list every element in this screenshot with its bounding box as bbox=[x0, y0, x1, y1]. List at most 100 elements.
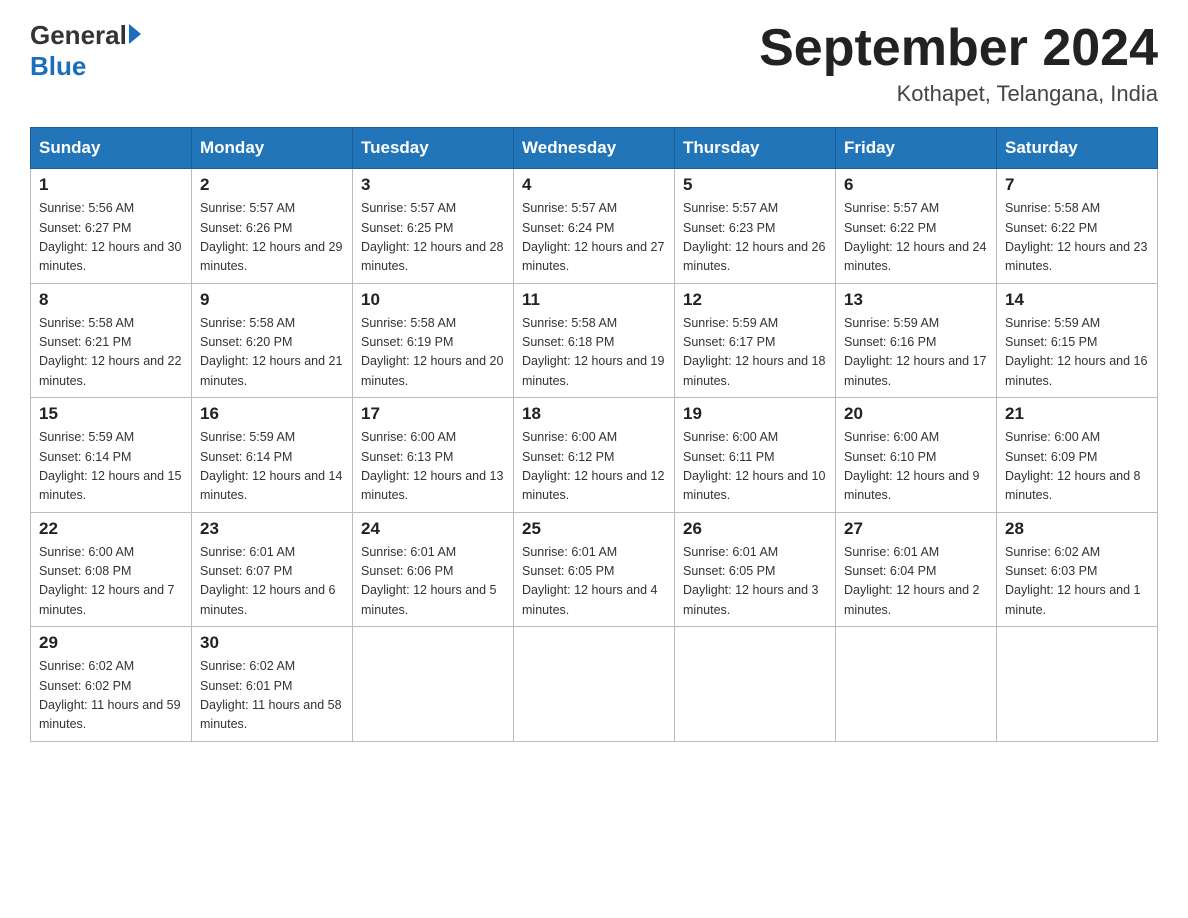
day-info: Sunrise: 5:57 AMSunset: 6:22 PMDaylight:… bbox=[844, 199, 988, 277]
day-info: Sunrise: 6:01 AMSunset: 6:05 PMDaylight:… bbox=[522, 543, 666, 621]
day-number: 16 bbox=[200, 404, 344, 424]
calendar-cell: 13 Sunrise: 5:59 AMSunset: 6:16 PMDayligh… bbox=[836, 283, 997, 398]
day-info: Sunrise: 6:00 AMSunset: 6:13 PMDaylight:… bbox=[361, 428, 505, 506]
calendar-cell: 30Sunrise: 6:02 AMSunset: 6:01 PMDayligh… bbox=[192, 627, 353, 742]
calendar-cell: 1 Sunrise: 5:56 AMSunset: 6:27 PMDaylight… bbox=[31, 169, 192, 284]
calendar-cell: 16 Sunrise: 5:59 AMSunset: 6:14 PMDayligh… bbox=[192, 398, 353, 513]
day-info: Sunrise: 5:59 AMSunset: 6:16 PMDaylight:… bbox=[844, 314, 988, 392]
calendar-cell: 20 Sunrise: 6:00 AMSunset: 6:10 PMDayligh… bbox=[836, 398, 997, 513]
calendar-week-row: 8 Sunrise: 5:58 AMSunset: 6:21 PMDaylight… bbox=[31, 283, 1158, 398]
day-info: Sunrise: 6:01 AMSunset: 6:07 PMDaylight:… bbox=[200, 543, 344, 621]
day-number: 5 bbox=[683, 175, 827, 195]
day-info: Sunrise: 5:56 AMSunset: 6:27 PMDaylight:… bbox=[39, 199, 183, 277]
calendar-cell: 21Sunrise: 6:00 AMSunset: 6:09 PMDayligh… bbox=[997, 398, 1158, 513]
day-info: Sunrise: 6:01 AMSunset: 6:05 PMDaylight:… bbox=[683, 543, 827, 621]
calendar-cell: 27 Sunrise: 6:01 AMSunset: 6:04 PMDayligh… bbox=[836, 512, 997, 627]
calendar-cell: 25 Sunrise: 6:01 AMSunset: 6:05 PMDayligh… bbox=[514, 512, 675, 627]
day-number: 28 bbox=[1005, 519, 1149, 539]
day-number: 19 bbox=[683, 404, 827, 424]
day-number: 25 bbox=[522, 519, 666, 539]
day-info: Sunrise: 6:00 AMSunset: 6:11 PMDaylight:… bbox=[683, 428, 827, 506]
logo-general: General bbox=[30, 20, 127, 51]
day-number: 13 bbox=[844, 290, 988, 310]
calendar-cell: 6 Sunrise: 5:57 AMSunset: 6:22 PMDaylight… bbox=[836, 169, 997, 284]
day-number: 12 bbox=[683, 290, 827, 310]
calendar-cell: 3 Sunrise: 5:57 AMSunset: 6:25 PMDaylight… bbox=[353, 169, 514, 284]
day-info: Sunrise: 5:57 AMSunset: 6:26 PMDaylight:… bbox=[200, 199, 344, 277]
day-info: Sunrise: 5:59 AMSunset: 6:14 PMDaylight:… bbox=[200, 428, 344, 506]
day-info: Sunrise: 5:59 AMSunset: 6:17 PMDaylight:… bbox=[683, 314, 827, 392]
calendar-cell bbox=[514, 627, 675, 742]
calendar-cell: 4Sunrise: 5:57 AMSunset: 6:24 PMDaylight… bbox=[514, 169, 675, 284]
day-number: 3 bbox=[361, 175, 505, 195]
day-number: 10 bbox=[361, 290, 505, 310]
page-header: General Blue September 2024 Kothapet, Te… bbox=[30, 20, 1158, 107]
calendar-subtitle: Kothapet, Telangana, India bbox=[759, 81, 1158, 107]
title-area: September 2024 Kothapet, Telangana, Indi… bbox=[759, 20, 1158, 107]
calendar-week-row: 29 Sunrise: 6:02 AMSunset: 6:02 PMDayligh… bbox=[31, 627, 1158, 742]
day-number: 29 bbox=[39, 633, 183, 653]
calendar-cell: 26 Sunrise: 6:01 AMSunset: 6:05 PMDayligh… bbox=[675, 512, 836, 627]
day-info: Sunrise: 5:57 AMSunset: 6:23 PMDaylight:… bbox=[683, 199, 827, 277]
weekday-header-tuesday: Tuesday bbox=[353, 128, 514, 169]
calendar-cell: 29 Sunrise: 6:02 AMSunset: 6:02 PMDayligh… bbox=[31, 627, 192, 742]
day-number: 17 bbox=[361, 404, 505, 424]
day-number: 1 bbox=[39, 175, 183, 195]
day-info: Sunrise: 6:00 AMSunset: 6:10 PMDaylight:… bbox=[844, 428, 988, 506]
weekday-header-sunday: Sunday bbox=[31, 128, 192, 169]
day-info: Sunrise: 5:57 AMSunset: 6:25 PMDaylight:… bbox=[361, 199, 505, 277]
day-number: 26 bbox=[683, 519, 827, 539]
day-number: 21 bbox=[1005, 404, 1149, 424]
day-info: Sunrise: 5:58 AMSunset: 6:18 PMDaylight:… bbox=[522, 314, 666, 392]
calendar-cell: 19 Sunrise: 6:00 AMSunset: 6:11 PMDayligh… bbox=[675, 398, 836, 513]
day-number: 27 bbox=[844, 519, 988, 539]
calendar-cell: 24Sunrise: 6:01 AMSunset: 6:06 PMDayligh… bbox=[353, 512, 514, 627]
calendar-week-row: 15 Sunrise: 5:59 AMSunset: 6:14 PMDayligh… bbox=[31, 398, 1158, 513]
calendar-cell: 22Sunrise: 6:00 AMSunset: 6:08 PMDayligh… bbox=[31, 512, 192, 627]
day-number: 18 bbox=[522, 404, 666, 424]
calendar-table: SundayMondayTuesdayWednesdayThursdayFrid… bbox=[30, 127, 1158, 742]
logo-blue: Blue bbox=[30, 51, 86, 82]
calendar-week-row: 1 Sunrise: 5:56 AMSunset: 6:27 PMDaylight… bbox=[31, 169, 1158, 284]
weekday-header-saturday: Saturday bbox=[997, 128, 1158, 169]
day-number: 24 bbox=[361, 519, 505, 539]
calendar-cell: 17 Sunrise: 6:00 AMSunset: 6:13 PMDayligh… bbox=[353, 398, 514, 513]
calendar-cell: 8 Sunrise: 5:58 AMSunset: 6:21 PMDaylight… bbox=[31, 283, 192, 398]
calendar-cell: 23 Sunrise: 6:01 AMSunset: 6:07 PMDayligh… bbox=[192, 512, 353, 627]
calendar-cell: 10Sunrise: 5:58 AMSunset: 6:19 PMDayligh… bbox=[353, 283, 514, 398]
calendar-cell bbox=[675, 627, 836, 742]
weekday-header-monday: Monday bbox=[192, 128, 353, 169]
calendar-title: September 2024 bbox=[759, 20, 1158, 77]
day-number: 4 bbox=[522, 175, 666, 195]
day-number: 9 bbox=[200, 290, 344, 310]
calendar-cell: 9 Sunrise: 5:58 AMSunset: 6:20 PMDaylight… bbox=[192, 283, 353, 398]
day-number: 30 bbox=[200, 633, 344, 653]
day-info: Sunrise: 5:58 AMSunset: 6:20 PMDaylight:… bbox=[200, 314, 344, 392]
day-number: 20 bbox=[844, 404, 988, 424]
calendar-cell bbox=[353, 627, 514, 742]
day-number: 2 bbox=[200, 175, 344, 195]
day-info: Sunrise: 6:02 AMSunset: 6:03 PMDaylight:… bbox=[1005, 543, 1149, 621]
calendar-cell: 28 Sunrise: 6:02 AMSunset: 6:03 PMDayligh… bbox=[997, 512, 1158, 627]
calendar-cell: 14Sunrise: 5:59 AMSunset: 6:15 PMDayligh… bbox=[997, 283, 1158, 398]
day-number: 23 bbox=[200, 519, 344, 539]
weekday-header-row: SundayMondayTuesdayWednesdayThursdayFrid… bbox=[31, 128, 1158, 169]
day-number: 8 bbox=[39, 290, 183, 310]
day-info: Sunrise: 5:59 AMSunset: 6:14 PMDaylight:… bbox=[39, 428, 183, 506]
calendar-cell: 12 Sunrise: 5:59 AMSunset: 6:17 PMDayligh… bbox=[675, 283, 836, 398]
day-number: 7 bbox=[1005, 175, 1149, 195]
day-info: Sunrise: 6:01 AMSunset: 6:04 PMDaylight:… bbox=[844, 543, 988, 621]
logo-arrow-icon bbox=[129, 24, 141, 44]
calendar-cell: 5 Sunrise: 5:57 AMSunset: 6:23 PMDaylight… bbox=[675, 169, 836, 284]
day-info: Sunrise: 6:02 AMSunset: 6:02 PMDaylight:… bbox=[39, 657, 183, 735]
day-number: 6 bbox=[844, 175, 988, 195]
day-info: Sunrise: 5:58 AMSunset: 6:21 PMDaylight:… bbox=[39, 314, 183, 392]
day-info: Sunrise: 5:59 AMSunset: 6:15 PMDaylight:… bbox=[1005, 314, 1149, 392]
day-number: 15 bbox=[39, 404, 183, 424]
logo: General Blue bbox=[30, 20, 141, 82]
calendar-cell: 11Sunrise: 5:58 AMSunset: 6:18 PMDayligh… bbox=[514, 283, 675, 398]
calendar-cell: 18 Sunrise: 6:00 AMSunset: 6:12 PMDayligh… bbox=[514, 398, 675, 513]
calendar-cell bbox=[997, 627, 1158, 742]
day-info: Sunrise: 6:00 AMSunset: 6:12 PMDaylight:… bbox=[522, 428, 666, 506]
calendar-cell: 7Sunrise: 5:58 AMSunset: 6:22 PMDaylight… bbox=[997, 169, 1158, 284]
